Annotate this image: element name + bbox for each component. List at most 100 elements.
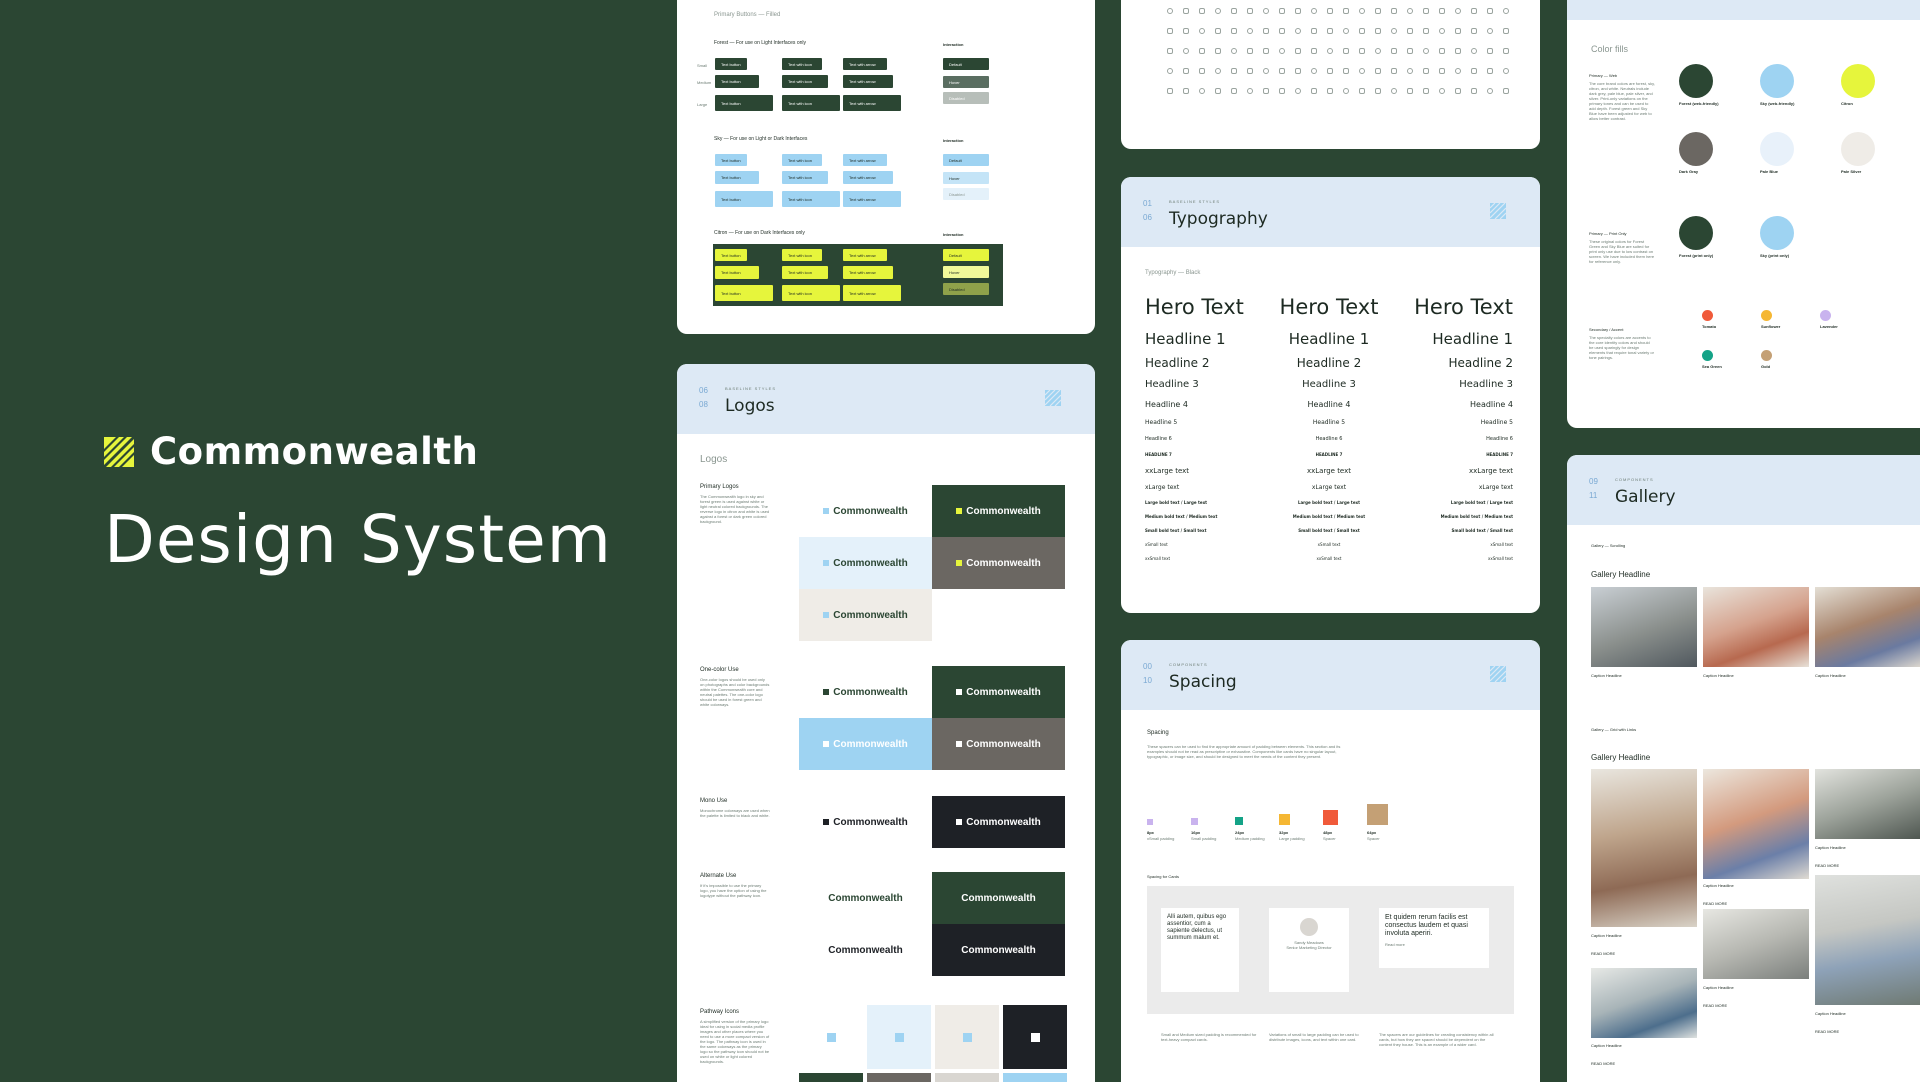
icon-glyph (1183, 28, 1189, 34)
icon-glyph (1183, 8, 1189, 14)
gallery-photo[interactable] (1815, 769, 1920, 839)
icon-glyph (1391, 48, 1397, 54)
logo-tile-white: Commonwealth (799, 872, 932, 924)
icon-glyph (1247, 88, 1253, 94)
icon-glyph (1327, 28, 1333, 34)
read-more-link[interactable]: Read more (1385, 942, 1483, 947)
icon-glyph (1231, 88, 1237, 94)
icon-glyph (1423, 68, 1429, 74)
sky-button-large[interactable]: Text button (715, 191, 773, 207)
group-title: Primary — Print Only (1589, 231, 1627, 236)
color-swatch (1760, 64, 1794, 98)
sky-button-arrow-large[interactable]: Text with arrow (843, 191, 901, 207)
icon-glyph (1471, 28, 1477, 34)
icon-glyph (1391, 88, 1397, 94)
sky-button-icon-large[interactable]: Text with icon (782, 191, 840, 207)
read-more-link[interactable]: READ MORE (1703, 901, 1727, 906)
card-title: Logos (725, 396, 775, 416)
gallery-photo[interactable] (1591, 587, 1697, 667)
citron-button-arrow-small[interactable]: Text with arrow (843, 249, 887, 261)
forest-button-icon-small[interactable]: Text with icon (782, 58, 822, 70)
type-specimen: Headline 3 (1459, 379, 1513, 390)
section-kicker: COMPONENTS (1615, 477, 1654, 482)
icon-glyph (1215, 48, 1221, 54)
type-specimen: xSmall text (1490, 542, 1513, 547)
sky-default-state[interactable]: Default (943, 154, 989, 166)
icon-glyph (1167, 88, 1173, 94)
group-desc: A simplified version of the primary logo… (700, 1019, 770, 1064)
spacing-note: Variations of small to large padding can… (1269, 1032, 1359, 1042)
citron-default-state[interactable]: Default (943, 249, 989, 261)
sky-button-arrow-small[interactable]: Text with arrow (843, 154, 887, 166)
color-swatch (1820, 310, 1831, 321)
forest-button-icon-large[interactable]: Text with icon (782, 95, 840, 111)
citron-button-small[interactable]: Text button (715, 249, 747, 261)
gallery-photo[interactable] (1591, 769, 1697, 927)
read-more-link[interactable]: READ MORE (1815, 863, 1839, 868)
example-card: Et quidem rerum facilis est consectus la… (1379, 908, 1489, 968)
sky-hover-state[interactable]: Hover (943, 172, 989, 184)
citron-disabled-state: Disabled (943, 283, 989, 295)
pathway-icon-tile (935, 1073, 999, 1082)
gallery-photo[interactable] (1815, 587, 1920, 667)
read-more-link[interactable]: READ MORE (1591, 951, 1615, 956)
read-more-link[interactable]: READ MORE (1703, 1003, 1727, 1008)
sky-button-arrow-medium[interactable]: Text with arrow (843, 171, 893, 184)
gallery-photo[interactable] (1703, 909, 1809, 979)
gallery-photo[interactable] (1703, 587, 1809, 667)
sky-button-icon-medium[interactable]: Text with icon (782, 171, 828, 184)
icon-glyph (1279, 68, 1285, 74)
icon-glyph (1263, 68, 1269, 74)
color-swatch-label: Sky (web-friendly) (1760, 101, 1795, 106)
sky-button-medium[interactable]: Text button (715, 171, 759, 184)
citron-button-medium[interactable]: Text button (715, 266, 759, 279)
forest-hover-state[interactable]: Hover (943, 76, 989, 88)
citron-button-icon-large[interactable]: Text with icon (782, 285, 840, 301)
icon-glyph (1167, 68, 1173, 74)
read-more-link[interactable]: READ MORE (1591, 1061, 1615, 1066)
section-numbers: 06 08 (699, 386, 708, 409)
spacer-sub: xSmall padding (1147, 836, 1175, 841)
forest-button-arrow-small[interactable]: Text with arrow (843, 58, 887, 70)
interaction-label: Interaction (943, 42, 964, 47)
forest-button-icon-medium[interactable]: Text with icon (782, 75, 828, 88)
citron-button-arrow-large[interactable]: Text with arrow (843, 285, 901, 301)
caption-headline: Caption Headline (1815, 845, 1846, 850)
forest-default-state[interactable]: Default (943, 58, 989, 70)
citron-button-arrow-medium[interactable]: Text with arrow (843, 266, 893, 279)
icon-glyph (1439, 8, 1445, 14)
pathway-icon-tile (799, 1005, 863, 1069)
logo-tile-ink: Commonwealth (932, 924, 1065, 976)
gallery-photo[interactable] (1703, 769, 1809, 879)
citron-button-icon-medium[interactable]: Text with icon (782, 266, 828, 279)
icon-glyph (1359, 28, 1365, 34)
forest-button-arrow-medium[interactable]: Text with arrow (843, 75, 893, 88)
card-header: 06 08 BASELINE STYLES Logos (677, 364, 1095, 434)
forest-button-medium[interactable]: Text button (715, 75, 759, 88)
icon-glyph (1327, 88, 1333, 94)
caption-headline: Caption Headline (1591, 673, 1622, 678)
gallery-photo[interactable] (1815, 875, 1920, 1005)
color-swatch (1760, 132, 1794, 166)
icon-glyph (1263, 48, 1269, 54)
icon-glyph (1503, 68, 1509, 74)
citron-button-icon-small[interactable]: Text with icon (782, 249, 822, 261)
citron-hover-state[interactable]: Hover (943, 266, 989, 278)
forest-button-arrow-large[interactable]: Text with arrow (843, 95, 901, 111)
forest-button-small[interactable]: Text button (715, 58, 747, 70)
sky-button-icon-small[interactable]: Text with icon (782, 154, 822, 166)
color-swatch (1702, 350, 1713, 361)
icon-glyph (1423, 8, 1429, 14)
section-desc: These spacers can be used to find the ap… (1147, 744, 1341, 759)
read-more-link[interactable]: READ MORE (1815, 1029, 1839, 1034)
forest-button-large[interactable]: Text button (715, 95, 773, 111)
type-specimen: Hero Text (1414, 295, 1513, 319)
gallery-photo[interactable] (1591, 968, 1697, 1038)
color-swatch-label: Forest (print only) (1679, 253, 1714, 258)
citron-button-large[interactable]: Text button (715, 285, 773, 301)
sky-button-small[interactable]: Text button (715, 154, 747, 166)
icon-glyph (1487, 68, 1493, 74)
example-card: Sandy Meadows Senior Marketing Director (1269, 908, 1349, 992)
section-numbers: 01 06 (1143, 199, 1152, 222)
icon-glyph (1343, 48, 1349, 54)
